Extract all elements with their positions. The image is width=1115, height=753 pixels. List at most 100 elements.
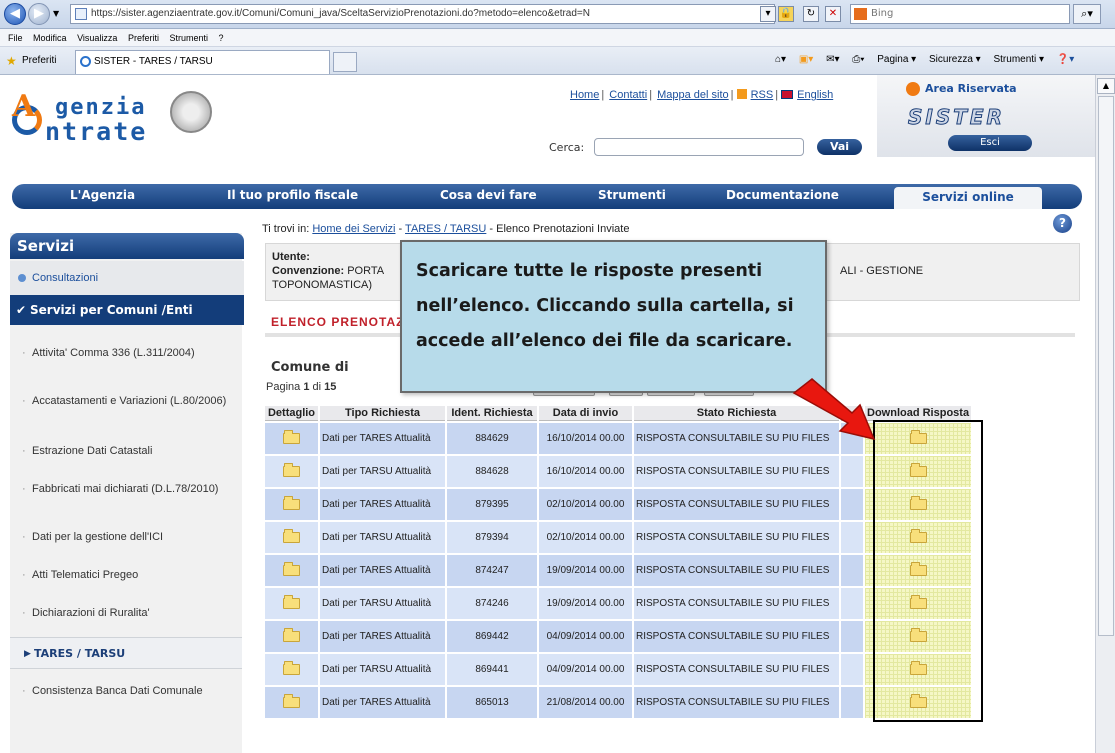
folder-icon[interactable] [283, 693, 300, 708]
nav-strumenti[interactable]: Strumenti [598, 188, 666, 202]
link-mappa-sito[interactable]: Mappa del sito [657, 89, 729, 101]
row-download-cell[interactable] [865, 654, 971, 685]
help-icon[interactable]: ? [1053, 214, 1072, 233]
browser-tab[interactable]: SISTER - TARES / TARSU [75, 50, 330, 74]
download-folder-icon[interactable] [909, 693, 927, 708]
folder-icon[interactable] [283, 462, 300, 477]
scroll-up-arrow[interactable]: ▲ [1097, 78, 1115, 94]
menu-sicurezza[interactable]: Sicurezza ▾ [929, 54, 981, 65]
rss-feed-icon[interactable]: ▣▾ [799, 54, 813, 65]
row-download-cell[interactable] [865, 489, 971, 520]
row-download-cell[interactable] [865, 621, 971, 652]
menu-modifica[interactable]: Modifica [33, 29, 67, 47]
sidebar: Servizi Consultazioni ✔ Servizi per Comun… [10, 233, 244, 753]
address-dropdown-icon[interactable]: ▾ [760, 6, 776, 22]
sidebar-item-gestione-ici[interactable]: · Dati per la gestione dell'ICI [22, 530, 232, 544]
menu-visualizza[interactable]: Visualizza [77, 29, 117, 47]
nav-servizi-online[interactable]: Servizi online [894, 187, 1042, 209]
vertical-scrollbar[interactable]: ▲ [1095, 75, 1115, 753]
browser-search-button[interactable]: ⌕▾ [1073, 4, 1101, 24]
row-download-cell[interactable] [865, 555, 971, 586]
row-detail-cell[interactable] [265, 588, 318, 619]
sidebar-item-accatastamenti[interactable]: · Accatastamenti e Variazioni (L.80/2006) [22, 394, 232, 408]
mail-icon[interactable]: ✉▾ [826, 54, 839, 65]
breadcrumb-tares[interactable]: TARES / TARSU [405, 223, 486, 235]
refresh-icon[interactable]: ↻ [803, 6, 819, 22]
row-detail-cell[interactable] [265, 654, 318, 685]
breadcrumb-home-servizi[interactable]: Home dei Servizi [312, 223, 395, 235]
row-detail-cell[interactable] [265, 687, 318, 718]
sidebar-item-tares[interactable]: ▶ TARES / TARSU [10, 637, 242, 669]
new-tab-button[interactable] [333, 52, 357, 72]
menu-preferiti[interactable]: Preferiti [128, 29, 159, 47]
download-folder-icon[interactable] [909, 528, 927, 543]
menu-file[interactable]: File [8, 29, 23, 47]
row-detail-cell[interactable] [265, 423, 318, 454]
browser-search-input[interactable]: Bing [850, 4, 1070, 24]
row-detail-cell[interactable] [265, 489, 318, 520]
folder-icon[interactable] [283, 660, 300, 675]
download-folder-icon[interactable] [909, 462, 927, 477]
help-dropdown-icon[interactable]: ❓▾ [1057, 54, 1074, 65]
back-button[interactable]: ◀ [4, 3, 26, 25]
download-folder-icon[interactable] [909, 594, 927, 609]
sidebar-item-consultazioni[interactable]: Consultazioni [10, 261, 244, 295]
download-folder-icon[interactable] [909, 627, 927, 642]
nav-profilo-fiscale[interactable]: Il tuo profilo fiscale [227, 188, 358, 202]
sidebar-item-fabbricati[interactable]: · Fabbricati mai dichiarati (D.L.78/2010) [22, 482, 232, 496]
folder-icon[interactable] [283, 495, 300, 510]
download-folder-icon[interactable] [909, 495, 927, 510]
favorites-button[interactable]: Preferiti [22, 55, 56, 66]
row-download-cell[interactable] [865, 456, 971, 487]
lock-icon[interactable]: 🔒 [778, 6, 794, 22]
download-folder-icon[interactable] [909, 561, 927, 576]
history-dropdown-icon[interactable]: ▼ [53, 9, 59, 18]
menu-pagina[interactable]: Pagina ▾ [877, 54, 916, 65]
row-download-cell[interactable] [865, 522, 971, 553]
forward-button[interactable]: ▶ [28, 3, 50, 25]
address-bar[interactable]: https://sister.agenziaentrate.gov.it/Com… [70, 4, 775, 24]
nav-agenzia[interactable]: L'Agenzia [70, 188, 135, 202]
folder-icon[interactable] [283, 594, 300, 609]
download-folder-icon[interactable] [909, 429, 927, 444]
scroll-thumb[interactable] [1098, 96, 1114, 636]
sidebar-item-pregeo[interactable]: · Atti Telematici Pregeo [22, 568, 232, 582]
sidebar-item-servizi-comuni[interactable]: ✔ Servizi per Comuni /Enti [10, 295, 244, 325]
row-extra [841, 621, 863, 652]
table-row: Dati per TARSU Attualità 869441 04/09/2014… [265, 654, 971, 685]
folder-icon[interactable] [283, 429, 300, 444]
folder-icon[interactable] [283, 528, 300, 543]
menu-help[interactable]: ? [219, 29, 224, 47]
table-row: Dati per TARES Attualità 874247 19/09/2014… [265, 555, 971, 586]
favorites-star-icon[interactable]: ★ [6, 54, 17, 68]
download-folder-icon[interactable] [909, 660, 927, 675]
logout-button[interactable]: Esci [948, 135, 1032, 151]
uk-flag-icon [781, 90, 794, 99]
row-detail-cell[interactable] [265, 621, 318, 652]
row-detail-cell[interactable] [265, 555, 318, 586]
site-search-input[interactable] [594, 138, 804, 156]
row-detail-cell[interactable] [265, 522, 318, 553]
link-english[interactable]: English [797, 89, 833, 101]
menu-strumenti-cmd[interactable]: Strumenti ▾ [993, 54, 1044, 65]
link-home[interactable]: Home [570, 89, 599, 101]
search-go-button[interactable]: Vai [817, 139, 862, 155]
row-download-cell[interactable] [865, 588, 971, 619]
print-icon[interactable]: ⎙▾ [852, 54, 864, 65]
link-rss[interactable]: RSS [751, 89, 774, 101]
sidebar-item-consistenza[interactable]: · Consistenza Banca Dati Comunale [22, 684, 232, 698]
row-detail-cell[interactable] [265, 456, 318, 487]
sidebar-item-ruralita[interactable]: · Dichiarazioni di Ruralita' [22, 606, 232, 620]
folder-icon[interactable] [283, 561, 300, 576]
row-download-cell[interactable] [865, 687, 971, 718]
nav-documentazione[interactable]: Documentazione [726, 188, 839, 202]
link-contatti[interactable]: Contatti [609, 89, 647, 101]
stop-icon[interactable]: ✕ [825, 6, 841, 22]
home-icon[interactable]: ⌂▾ [775, 54, 786, 65]
sidebar-item-comma-336[interactable]: · Attivita' Comma 336 (L.311/2004) [22, 346, 232, 360]
folder-icon[interactable] [283, 627, 300, 642]
bullet-icon [18, 274, 26, 282]
nav-cosa-devi-fare[interactable]: Cosa devi fare [440, 188, 537, 202]
menu-strumenti[interactable]: Strumenti [169, 29, 208, 47]
sidebar-item-estrazione-dati[interactable]: · Estrazione Dati Catastali [22, 444, 232, 458]
